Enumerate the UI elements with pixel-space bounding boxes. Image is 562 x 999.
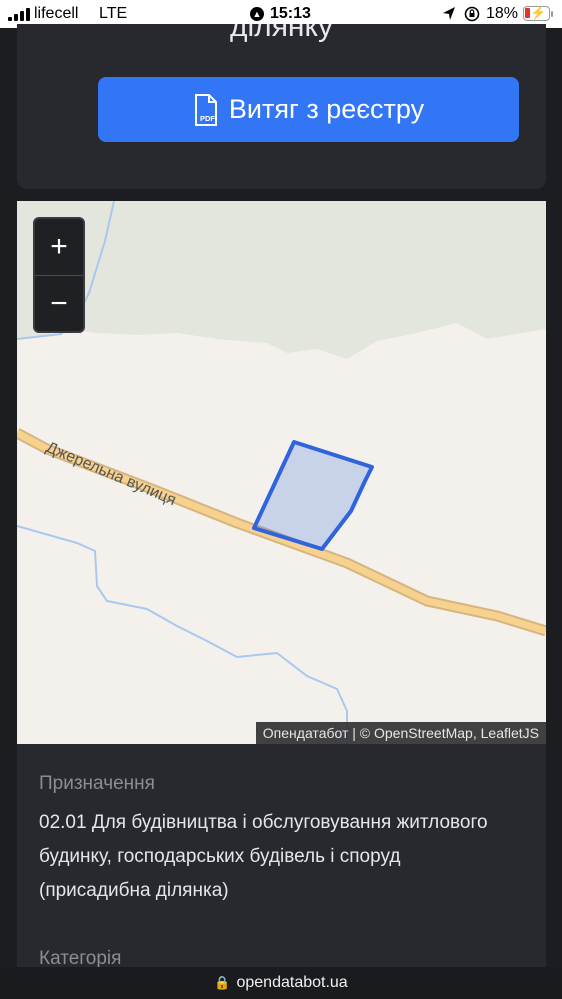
registry-extract-label: Витяг з реєстру — [228, 94, 425, 124]
lock-icon: 🔒 — [214, 975, 231, 990]
pdf-file-icon: PDF — [194, 93, 217, 126]
parcel-details: Призначення 02.01 Для будівництва і обсл… — [17, 744, 546, 984]
browser-url-bar[interactable]: 🔒 opendatabot.ua — [0, 967, 562, 999]
signal-icon — [8, 8, 32, 21]
registry-extract-button[interactable]: PDF Витяг з реєстру — [98, 77, 519, 142]
zoom-out-button[interactable]: − — [35, 276, 83, 333]
map-canvas: Джерельна вулиця — [17, 201, 546, 744]
carrier-name: lifecell — [34, 5, 79, 22]
stream-2 — [17, 525, 348, 744]
url-text: opendatabot.ua — [236, 974, 348, 991]
navigation-icon: ▲ — [250, 7, 264, 21]
battery-percent: 18% — [486, 5, 519, 22]
purpose-label: Призначення — [39, 773, 155, 794]
location-arrow-icon — [443, 7, 455, 20]
network-type: LTE — [99, 5, 128, 22]
purpose-value: 02.01 Для будівництва і обслуговування ж… — [39, 812, 488, 901]
parcel-polygon[interactable] — [252, 440, 374, 551]
parcel-map[interactable]: Джерельна вулиця + − Опендатабот | © Ope… — [17, 201, 546, 744]
svg-text:PDF: PDF — [200, 114, 215, 123]
battery-icon: ⚡ — [523, 5, 550, 21]
parcel-card: ділянку PDF Витяг з реєстру — [17, 24, 546, 189]
clock: 15:13 — [270, 5, 311, 22]
rotation-lock-icon — [464, 6, 480, 22]
map-attribution[interactable]: Опендатабот | © OpenStreetMap, LeafletJS — [255, 722, 546, 744]
zoom-in-button[interactable]: + — [35, 219, 83, 276]
street-label: Джерельна вулиця — [43, 439, 178, 509]
zoom-controls: + − — [33, 217, 85, 333]
green-area — [17, 201, 546, 359]
page-title: ділянку — [230, 24, 333, 43]
